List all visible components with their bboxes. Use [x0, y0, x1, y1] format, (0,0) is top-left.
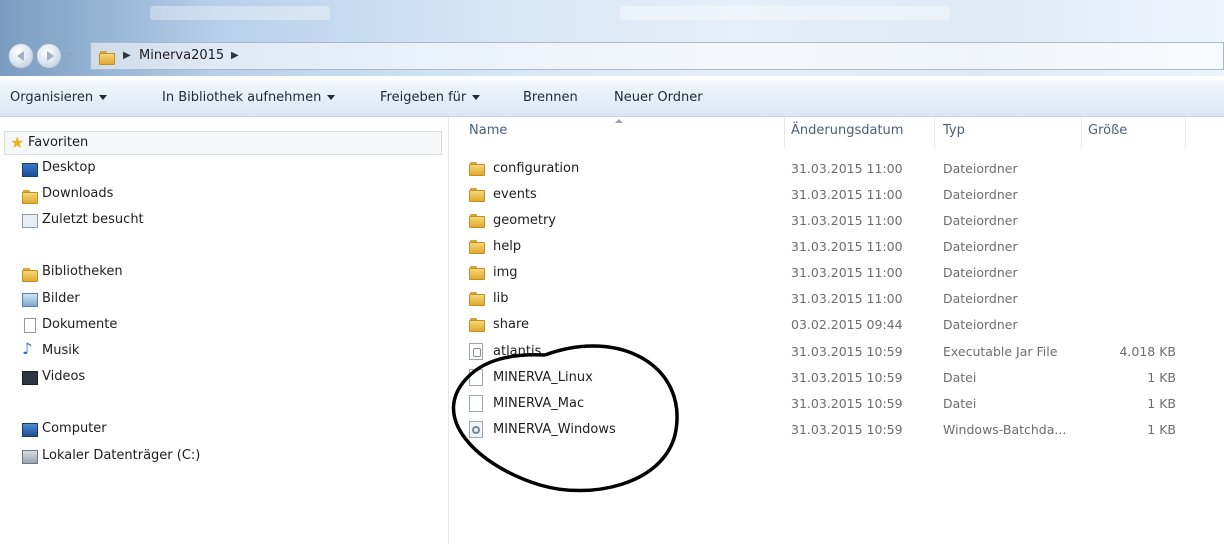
back-button[interactable]	[8, 43, 34, 69]
nav-favorites[interactable]: Favoriten	[28, 135, 88, 150]
nav-item-documents[interactable]: Dokumente	[42, 317, 117, 332]
new-folder-label: Neuer Ordner	[614, 90, 703, 105]
breadcrumb-minerva2015[interactable]: Minerva2015	[139, 48, 224, 63]
new-folder-button[interactable]: Neuer Ordner	[614, 90, 703, 105]
include-in-library-menu[interactable]: In Bibliothek aufnehmen	[162, 90, 336, 105]
burn-button[interactable]: Brennen	[523, 90, 578, 105]
organize-menu[interactable]: Organisieren	[10, 90, 108, 105]
nav-item-music[interactable]: Musik	[42, 343, 79, 358]
recent-places-icon	[22, 214, 38, 228]
local-drive-icon	[22, 450, 38, 464]
chevron-down-icon	[472, 95, 481, 100]
nav-libraries[interactable]: Bibliotheken	[42, 264, 123, 279]
blurred-title-region	[620, 6, 950, 20]
music-icon: ♪	[22, 339, 33, 358]
share-with-menu[interactable]: Freigeben für	[380, 90, 481, 105]
nav-item-desktop[interactable]: Desktop	[42, 160, 96, 175]
address-bar[interactable]: ▶ Minerva2015 ▶	[90, 42, 1224, 70]
navigation-pane: ★ Favoriten Desktop Downloads Zuletzt be…	[0, 117, 449, 544]
nav-item-pictures[interactable]: Bilder	[42, 291, 80, 306]
breadcrumb-chevron-icon[interactable]: ▶	[231, 50, 239, 61]
nav-item-videos[interactable]: Videos	[42, 369, 85, 384]
chevron-down-icon	[99, 95, 108, 100]
annotation-ellipse	[451, 344, 679, 493]
window-titlebar: ▶ Minerva2015 ▶	[0, 0, 1224, 76]
documents-icon	[24, 318, 36, 333]
include-in-library-label: In Bibliothek aufnehmen	[162, 90, 322, 105]
share-with-label: Freigeben für	[380, 90, 467, 105]
desktop-icon	[22, 163, 38, 177]
nav-item-local-drive[interactable]: Lokaler Datenträger (C:)	[42, 448, 200, 463]
videos-icon	[22, 371, 38, 385]
organize-label: Organisieren	[10, 90, 94, 105]
folder-icon	[99, 49, 115, 65]
pictures-icon	[22, 293, 38, 307]
breadcrumb-chevron-icon[interactable]: ▶	[123, 50, 131, 61]
command-bar: Organisieren In Bibliothek aufnehmen Fre…	[0, 80, 1224, 117]
blurred-title-region	[150, 6, 330, 20]
file-list: Name Änderungsdatum Typ Größe configurat…	[449, 117, 1224, 544]
recent-pages-dropdown[interactable]	[66, 52, 74, 57]
nav-item-recent[interactable]: Zuletzt besucht	[42, 212, 144, 227]
computer-icon	[22, 423, 38, 437]
annotation-ellipse-stroke	[451, 344, 679, 493]
forward-button[interactable]	[36, 43, 62, 69]
star-icon: ★	[10, 133, 25, 152]
nav-item-downloads[interactable]: Downloads	[42, 186, 113, 201]
chevron-down-icon	[327, 95, 336, 100]
nav-computer[interactable]: Computer	[42, 421, 107, 436]
burn-label: Brennen	[523, 90, 578, 105]
